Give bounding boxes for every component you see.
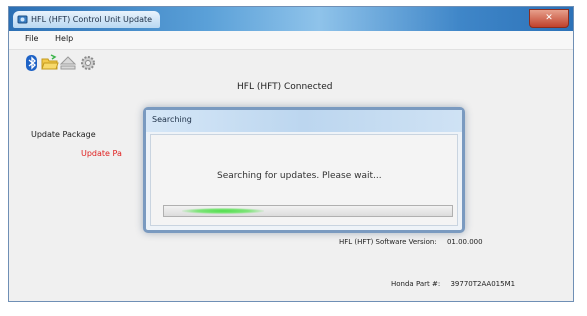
app-icon (17, 15, 28, 24)
part-number-value: 39770T2AA015M1 (450, 280, 516, 288)
gear-icon[interactable] (79, 54, 97, 72)
dialog-message: Searching for updates. Please wait... (217, 171, 382, 181)
update-package-label: Update Package (31, 130, 96, 139)
menu-file[interactable]: File (25, 34, 38, 43)
menu-help[interactable]: Help (55, 34, 73, 43)
dialog-body: Searching for updates. Please wait... (150, 134, 458, 226)
dialog-title-bar[interactable]: Searching (146, 110, 462, 132)
progress-bar (163, 205, 453, 217)
window-title: HFL (HFT) Control Unit Update (31, 15, 153, 24)
progress-indicator (182, 208, 264, 214)
open-folder-icon[interactable] (41, 54, 59, 72)
software-version-label: HFL (HFT) Software Version: (339, 238, 437, 246)
main-window: HFL (HFT) Control Unit Update ✕ File Hel… (8, 6, 574, 302)
searching-dialog: Searching Searching for updates. Please … (143, 107, 465, 233)
software-version-value: 01.00.000 (446, 238, 483, 246)
connection-status: HFL (HFT) Connected (237, 82, 333, 92)
part-number-row: Honda Part #: 39770T2AA015M1 (391, 280, 515, 288)
update-warning-text: Update Pa (81, 149, 122, 158)
software-version-row: HFL (HFT) Software Version: 01.00.000 (339, 238, 483, 246)
dialog-title: Searching (152, 115, 192, 124)
menu-bar: File Help (9, 31, 573, 50)
close-button[interactable]: ✕ (529, 9, 569, 28)
title-tab: HFL (HFT) Control Unit Update (13, 11, 161, 28)
title-bar[interactable]: HFL (HFT) Control Unit Update ✕ (9, 7, 573, 31)
eject-icon[interactable] (59, 54, 77, 72)
part-number-label: Honda Part #: (391, 280, 441, 288)
bluetooth-icon[interactable] (23, 54, 41, 72)
